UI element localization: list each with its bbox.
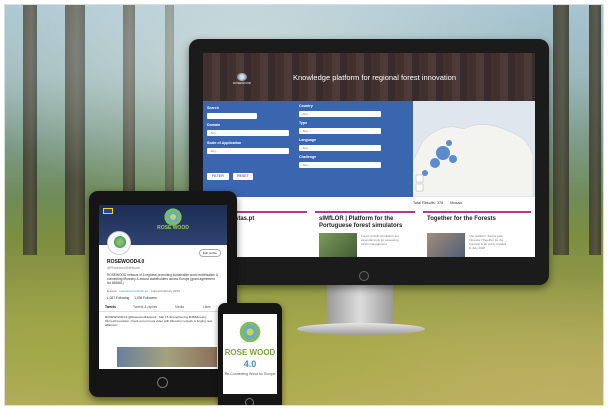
view-toggle[interactable]: Mosaic xyxy=(450,201,462,205)
tree-logo-icon xyxy=(238,320,262,344)
profile-meta: Europe · rosewood-network.eu · Joined Fe… xyxy=(107,289,180,293)
eu-flag-icon xyxy=(103,208,113,214)
card-text: Forest growth simulators are essential t… xyxy=(361,234,400,246)
map-cluster[interactable] xyxy=(449,155,457,163)
forest-background: ROSEWOOD Knowledge platform for regional… xyxy=(4,4,604,406)
challenge-label: Challenge xyxy=(299,155,317,159)
tweet-image[interactable] xyxy=(117,347,217,367)
type-select[interactable]: - Any - xyxy=(299,128,381,134)
website-link[interactable]: rosewood-network.eu xyxy=(119,289,148,293)
logo-text: ROSEWOOD xyxy=(232,81,252,85)
scale-select[interactable]: - Any - xyxy=(207,148,289,154)
phone-logo-text: ROSE WOOD xyxy=(224,348,276,357)
domain-label: Domain xyxy=(207,123,221,127)
profile-bio: ROSEWOOD network of 6 regional promoting… xyxy=(107,273,219,286)
tweet-text: ROSEWOOD4.0 @RosewoodNetwork · Mar 16 St… xyxy=(105,315,213,327)
challenge-select[interactable]: - Any - xyxy=(299,162,381,168)
site-logo[interactable]: ROSEWOOD xyxy=(229,73,255,87)
domain-select[interactable]: - Any - xyxy=(207,130,289,136)
phone-device: ROSE WOOD 4.0 Re-Connecting Wood for Eur… xyxy=(218,303,282,405)
phone-logo-version: 4.0 xyxy=(243,359,257,369)
results-cards: rm Florestas.pt jr sIMfLOR | Platform fo… xyxy=(203,211,535,257)
zoom-in-icon[interactable] xyxy=(415,174,424,183)
result-card[interactable]: Together for the Forests The platform 'J… xyxy=(423,211,531,257)
desktop-monitor: ROSEWOOD Knowledge platform for regional… xyxy=(189,39,549,285)
phone-screen: ROSE WOOD 4.0 Re-Connecting Wood for Eur… xyxy=(223,314,277,394)
tablet-screen: ROSE WOOD Edit profile ROSEWOOD4.0 @Rose… xyxy=(99,205,227,369)
home-button-icon[interactable] xyxy=(245,398,254,405)
profile-stats: 1,087 Following 1,036 Followers xyxy=(107,296,157,300)
map-svg xyxy=(412,124,534,198)
location-text: Europe xyxy=(107,289,117,293)
tab-media[interactable]: Media xyxy=(175,305,184,309)
search-panel: Search Domain - Any - Scale of Applicati… xyxy=(203,101,413,197)
card-title: Together for the Forests xyxy=(427,216,496,222)
search-label: Search xyxy=(207,106,219,110)
profile-tabs: Tweets Tweets & replies Media Likes xyxy=(99,303,227,312)
zoom-out-icon[interactable] xyxy=(415,183,424,192)
tab-replies[interactable]: Tweets & replies xyxy=(133,305,157,309)
language-select[interactable]: - Any - xyxy=(299,145,381,151)
card-title: sIMfLOR | Platform for the Portuguese fo… xyxy=(319,216,403,229)
phone-logo-tagline: Re-Connecting Wood for Europe xyxy=(224,372,276,376)
total-results: Total Results: 378 xyxy=(413,201,444,205)
profile-handle: @RosewoodNetwork xyxy=(107,266,140,270)
map-cluster[interactable] xyxy=(446,140,452,146)
logo-icon xyxy=(237,73,247,81)
edit-profile-button[interactable]: Edit profile xyxy=(198,249,221,257)
header-banner: ROSEWOOD Knowledge platform for regional… xyxy=(203,53,535,101)
avatar-tree-icon xyxy=(114,236,126,248)
tab-likes[interactable]: Likes xyxy=(203,305,211,309)
map-cluster[interactable] xyxy=(436,146,450,160)
reset-button[interactable]: RESET xyxy=(233,173,253,180)
page-title: Knowledge platform for regional forest i… xyxy=(293,73,457,82)
tab-tweets[interactable]: Tweets xyxy=(105,305,116,309)
avatar[interactable] xyxy=(107,231,131,255)
country-label: Country xyxy=(299,104,313,108)
monitor-stand xyxy=(327,285,393,325)
results-map[interactable] xyxy=(412,101,535,198)
search-input[interactable] xyxy=(207,113,257,119)
tree-logo-icon xyxy=(163,207,183,227)
profile-name: ROSEWOOD4.0 xyxy=(107,259,145,265)
followers-count[interactable]: 1,036 Followers xyxy=(134,296,157,300)
desktop-screen: ROSEWOOD Knowledge platform for regional… xyxy=(203,53,535,257)
card-image xyxy=(319,233,357,257)
filter-button[interactable]: FILTER xyxy=(207,173,229,180)
card-image xyxy=(427,233,465,257)
results-bar: Total Results: 378 Mosaic xyxy=(413,201,535,205)
power-button-icon[interactable] xyxy=(359,271,369,281)
map-cluster[interactable] xyxy=(430,158,440,168)
home-button-icon[interactable] xyxy=(157,377,168,388)
following-count[interactable]: 1,087 Following xyxy=(107,296,129,300)
joined-text: Joined February 2019 xyxy=(150,289,180,293)
scale-label: Scale of Application xyxy=(207,141,242,145)
tablet-device: ROSE WOOD Edit profile ROSEWOOD4.0 @Rose… xyxy=(89,191,237,397)
card-text: The platform 'Juntos pela Floresta' (Tog… xyxy=(469,234,507,250)
cover-logo-text: ROSE WOOD xyxy=(157,225,189,231)
country-select[interactable]: - Any - xyxy=(299,111,381,117)
type-label: Type xyxy=(299,121,308,125)
result-card[interactable]: sIMfLOR | Platform for the Portuguese fo… xyxy=(315,211,415,257)
language-label: Language xyxy=(299,138,316,142)
monitor-base xyxy=(297,323,425,335)
